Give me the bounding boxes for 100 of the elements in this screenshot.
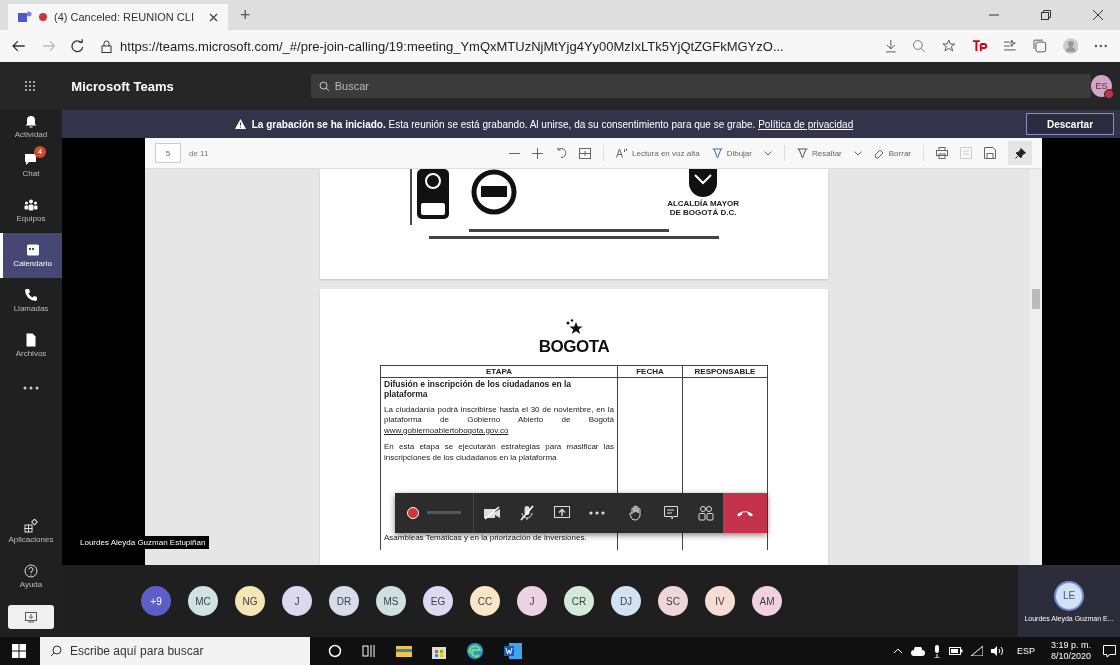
toolbar-button[interactable]: Dibujar [711,147,752,159]
browser-swirl-icon[interactable] [466,642,484,660]
caret-icon[interactable] [853,150,862,156]
recording-notice: La grabación se ha iniciado. Esta reunión se está grabando. Al unirse, da su consentimiento para que se grabe. Política de privacidad [251,118,854,130]
camera-icon [482,506,501,520]
participant-avatar[interactable]: IV [705,586,735,616]
toolbar-button[interactable]: Lectura en voz alta [616,148,700,158]
city-logo: BOGOTA [538,337,610,357]
new-tab-button[interactable]: + [236,4,255,26]
fit-page-icon[interactable] [579,147,591,159]
paragraph: La ciudadanía podrá inscribirse hasta el 30 de noviembre, en la plataforma de Gobierno Abierto de Bogotá www.gobiernoabiertobogota.gov.co [384,405,614,437]
participant-avatar[interactable]: J [282,586,312,616]
profile-icon[interactable] [1062,38,1079,54]
participant-avatar[interactable]: J [517,586,547,616]
search-icon [50,645,62,657]
close-icon[interactable] [1093,10,1103,20]
highlighter-icon [796,147,808,159]
pin-icon [1014,147,1026,159]
word-document-icon[interactable] [504,643,522,659]
zoom-icon[interactable] [912,39,926,53]
save-icon[interactable] [984,147,996,159]
more-icon [588,511,605,515]
microphone-icon[interactable] [932,644,941,658]
favorite-star-icon[interactable] [941,39,956,53]
microphone-icon [519,505,534,521]
collections-icon[interactable] [1033,39,1047,53]
cortana-circle-icon[interactable] [328,644,342,658]
app-grid-icon[interactable] [23,80,36,92]
page-number-field[interactable]: 5 [155,143,181,163]
download-app-button[interactable] [8,605,54,629]
rail-item[interactable]: Archivos [0,323,62,368]
volume-icon[interactable] [990,646,1005,656]
teams-logo-icon [18,11,32,23]
pin-button[interactable] [1008,141,1032,165]
battery-icon[interactable] [948,647,963,655]
wifi-icon[interactable] [970,646,983,656]
rail-item[interactable]: 4 Chat [0,143,62,188]
participant-avatar[interactable]: CR [564,586,594,616]
participant-avatar[interactable]: AM [752,586,782,616]
participant-avatar[interactable]: +9 [141,586,171,616]
rail-item[interactable]: Aplicaciones [0,509,62,554]
hand-icon [628,505,643,521]
user-avatar[interactable]: ES [1090,75,1112,97]
dismiss-button[interactable]: Descartar [1026,113,1114,135]
lock-icon [101,39,113,53]
windows-start-icon[interactable] [12,644,26,658]
rail-item[interactable]: Equipos [0,188,62,233]
download-icon[interactable] [884,39,897,53]
participant-avatar[interactable]: DR [329,586,359,616]
rotate-icon[interactable] [555,147,567,159]
more-icon[interactable] [23,386,39,390]
clock[interactable]: 3:19 p. m. 8/10/2020 [1050,640,1091,662]
browser-tab[interactable]: (4) Canceled: REUNION CLI [8,4,228,30]
participant-avatar[interactable]: DJ [611,586,641,616]
folder-icon[interactable] [396,644,412,658]
caret-icon[interactable] [763,150,772,156]
website-link[interactable]: www.gobiernoabiertobogota.gov.co [384,425,509,435]
help-icon [24,564,38,578]
refresh-icon[interactable] [71,39,86,53]
toolbar-button[interactable]: Resaltar [796,147,842,159]
participant-avatar[interactable]: EG [423,586,453,616]
favorites-list-icon[interactable] [1003,39,1017,53]
phone-icon [24,288,38,302]
rail-item[interactable]: Llamadas [0,278,62,323]
taskbar-search-field[interactable]: Escribe aquí para buscar [40,637,310,665]
download-icon [25,611,37,623]
print-icon[interactable] [936,147,948,159]
participant-avatar[interactable]: NG [235,586,265,616]
chevron-up-icon[interactable] [892,648,903,654]
paragraph: En esta etapa se ejecutarán estrategias para masificar las inscripciones de los ciudadanos en la plataforma [384,442,614,463]
extension-icon[interactable] [971,39,988,53]
restore-icon[interactable] [1041,10,1051,20]
back-arrow-icon[interactable] [12,40,26,52]
zoom-in-icon[interactable] [532,147,543,159]
read-aloud-icon [616,148,628,158]
column-header: RESPONSABLE [682,365,768,378]
scrollbar-thumb[interactable] [1032,289,1040,309]
bell-icon [24,114,38,128]
phone-icon [736,509,754,517]
participant-avatar[interactable]: MS [376,586,406,616]
privacy-policy-link[interactable]: Política de privacidad [758,118,854,130]
column-header: ETAPA [380,365,618,378]
toolbar-button[interactable]: Borrar [873,147,911,159]
participant-avatar[interactable]: MC [188,586,218,616]
language-indicator[interactable]: ESP [1016,646,1035,656]
rail-item[interactable]: Ayuda [0,554,62,599]
search-field[interactable]: Buscar [310,74,1091,98]
task-view-icon[interactable] [362,644,376,658]
notifications-icon[interactable] [1103,644,1116,658]
timer-drawing [427,511,461,515]
rail-item[interactable]: Actividad [0,110,62,143]
close-icon[interactable] [209,12,218,22]
more-icon[interactable] [1094,44,1108,48]
rail-item[interactable]: Calendario [0,233,62,278]
notification-badge: 4 [34,146,46,158]
calendar-icon [25,243,40,257]
cloud-icon[interactable] [910,646,925,656]
participant-avatar[interactable]: CC [470,586,500,616]
certification-seal-icon [471,169,517,215]
participant-avatar[interactable]: SC [658,586,688,616]
